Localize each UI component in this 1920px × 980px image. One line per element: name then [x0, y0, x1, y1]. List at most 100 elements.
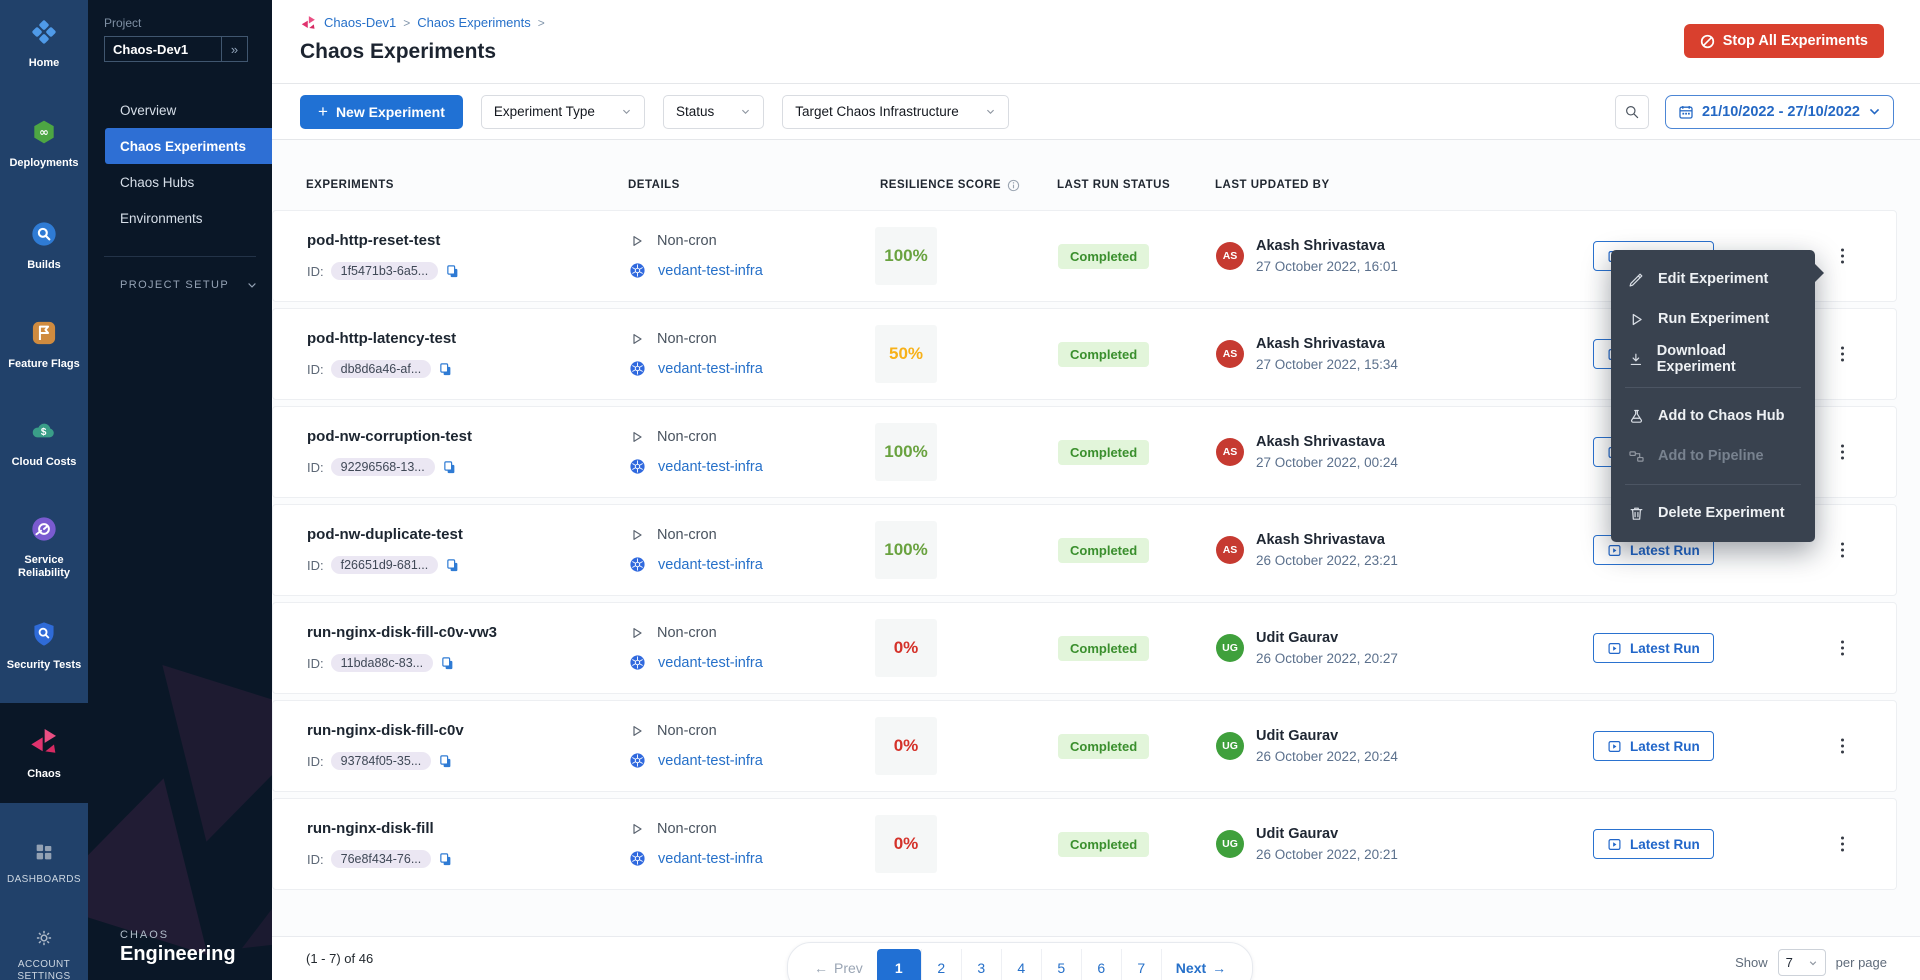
- page-number-button[interactable]: 5: [1041, 949, 1081, 980]
- row-context-menu: Edit Experiment Run Experiment: [1611, 250, 1815, 542]
- infra-link[interactable]: vedant-test-infra: [658, 851, 763, 867]
- search-icon: [1624, 104, 1640, 120]
- table-row[interactable]: run-nginx-disk-fill-c0v-vw3 ID: 11bda88c…: [272, 602, 1897, 694]
- subnav-item[interactable]: Overview: [88, 92, 272, 128]
- context-menu-item[interactable]: Delete Experiment: [1611, 493, 1815, 533]
- copy-icon[interactable]: [445, 264, 460, 279]
- subnav-item[interactable]: Chaos Hubs: [88, 164, 272, 200]
- project-input[interactable]: [104, 36, 222, 62]
- context-menu-item[interactable]: Download Experiment: [1611, 339, 1815, 379]
- resilience-score: 100%: [875, 227, 937, 285]
- subnav-item[interactable]: Environments: [88, 200, 272, 236]
- experiment-id: db8d6a46-af...: [331, 360, 432, 378]
- copy-icon[interactable]: [442, 460, 457, 475]
- row-menu-kebab-icon[interactable]: [1837, 637, 1848, 660]
- status-cell: Completed: [1058, 342, 1216, 367]
- filter-dropdown[interactable]: Target Chaos Infrastructure: [782, 95, 1009, 129]
- page-number-button[interactable]: 2: [921, 949, 961, 980]
- row-menu-kebab-icon[interactable]: [1837, 343, 1848, 366]
- subnav-item[interactable]: Chaos Experiments: [105, 128, 272, 164]
- page-size-select[interactable]: 7: [1778, 949, 1826, 976]
- sidebar-item-dashboards[interactable]: DASHBOARDS: [0, 829, 88, 898]
- page-number-button[interactable]: 7: [1121, 949, 1161, 980]
- search-button[interactable]: [1615, 95, 1649, 129]
- copy-icon[interactable]: [440, 656, 455, 671]
- avatar: UG: [1216, 634, 1244, 662]
- infra-link[interactable]: vedant-test-infra: [658, 263, 763, 279]
- module-label-big: Engineering: [120, 943, 236, 966]
- row-menu-kebab-icon[interactable]: [1837, 441, 1848, 464]
- info-icon[interactable]: [1007, 179, 1020, 192]
- score-cell: 0%: [881, 717, 1058, 775]
- new-experiment-button[interactable]: + New Experiment: [300, 95, 463, 129]
- page-number-button[interactable]: 3: [961, 949, 1001, 980]
- sidebar-item-security-tests[interactable]: Security Tests: [0, 608, 88, 684]
- next-page-button[interactable]: Next →: [1161, 949, 1240, 980]
- context-menu-item[interactable]: Add to Chaos Hub: [1611, 396, 1815, 436]
- status-cell: Completed: [1058, 832, 1216, 857]
- date-range-picker[interactable]: 21/10/2022 - 27/10/2022: [1665, 95, 1894, 129]
- sidebar-item-builds[interactable]: Builds: [0, 208, 88, 284]
- copy-icon[interactable]: [445, 558, 460, 573]
- breadcrumb-link-project[interactable]: Chaos-Dev1: [324, 15, 396, 30]
- table-row[interactable]: run-nginx-disk-fill ID: 76e8f434-76... N…: [272, 798, 1897, 890]
- row-menu-kebab-icon[interactable]: [1837, 539, 1848, 562]
- stop-all-experiments-button[interactable]: Stop All Experiments: [1684, 24, 1884, 58]
- row-menu-kebab-icon[interactable]: [1837, 245, 1848, 268]
- breadcrumb: Chaos-Dev1 > Chaos Experiments >: [300, 14, 1920, 31]
- score-cell: 100%: [881, 521, 1058, 579]
- latest-run-button[interactable]: Latest Run: [1593, 829, 1714, 859]
- sidebar-item-home[interactable]: Home: [0, 0, 88, 82]
- col-experiments: EXPERIMENTS: [306, 179, 628, 191]
- experiment-type: Non-cron: [657, 233, 717, 249]
- project-setup-toggle[interactable]: PROJECT SETUP: [88, 279, 272, 291]
- table-header: EXPERIMENTS DETAILS RESILIENCE SCORE LAS…: [272, 168, 1897, 202]
- experiment-cell: pod-nw-corruption-test ID: 92296568-13..…: [307, 428, 629, 476]
- filter-dropdown[interactable]: Experiment Type: [481, 95, 645, 129]
- experiment-cell: pod-http-latency-test ID: db8d6a46-af...: [307, 330, 629, 378]
- pager: ← Prev 1 2 3 4 5 6 7: [787, 942, 1253, 980]
- latest-run-button[interactable]: Latest Run: [1593, 633, 1714, 663]
- filter-dropdown[interactable]: Status: [663, 95, 764, 129]
- play-outline-icon: [629, 331, 645, 347]
- project-expand-button[interactable]: »: [222, 36, 248, 62]
- infra-link[interactable]: vedant-test-infra: [658, 557, 763, 573]
- page-number-button[interactable]: 4: [1001, 949, 1041, 980]
- sidebar-item-chaos[interactable]: Chaos: [0, 703, 88, 803]
- sidebar-item-service-reliability[interactable]: Service Reliability: [0, 503, 88, 592]
- row-menu-kebab-icon[interactable]: [1837, 735, 1848, 758]
- infra-link[interactable]: vedant-test-infra: [658, 459, 763, 475]
- kubernetes-icon: [629, 654, 646, 671]
- sidebar-item-account-settings[interactable]: ACCOUNT SETTINGS: [0, 916, 88, 980]
- infra-link[interactable]: vedant-test-infra: [658, 361, 763, 377]
- status-cell: Completed: [1058, 244, 1216, 269]
- breadcrumb-link-page[interactable]: Chaos Experiments: [417, 15, 530, 30]
- copy-icon[interactable]: [438, 362, 453, 377]
- page-number-button[interactable]: 1: [877, 949, 921, 980]
- infra-link[interactable]: vedant-test-infra: [658, 655, 763, 671]
- page-number-button[interactable]: 6: [1081, 949, 1121, 980]
- actions-cell: Latest Run: [1593, 799, 1896, 889]
- svg-text:∞: ∞: [39, 125, 49, 139]
- sidebar-item-feature-flags[interactable]: Feature Flags: [0, 307, 88, 383]
- trash-icon: [1628, 505, 1645, 522]
- table-row[interactable]: run-nginx-disk-fill-c0v ID: 93784f05-35.…: [272, 700, 1897, 792]
- avatar: AS: [1216, 242, 1244, 270]
- row-menu-kebab-icon[interactable]: [1837, 833, 1848, 856]
- sidebar-item-cloud-costs[interactable]: $ Cloud Costs: [0, 405, 88, 481]
- context-menu-item[interactable]: Edit Experiment: [1611, 259, 1815, 299]
- prev-page-button[interactable]: ← Prev: [800, 949, 877, 980]
- context-menu-item[interactable]: Run Experiment: [1611, 299, 1815, 339]
- infra-link[interactable]: vedant-test-infra: [658, 753, 763, 769]
- run-report-icon: [1607, 641, 1622, 656]
- sidebar-item-deployments[interactable]: ∞ Deployments: [0, 106, 88, 182]
- context-menu-item[interactable]: Add to Pipeline: [1611, 436, 1815, 476]
- updated-by-cell: AS Akash Shrivastava 27 October 2022, 00…: [1216, 434, 1593, 470]
- play-outline-icon: [629, 723, 645, 739]
- status-badge: Completed: [1058, 244, 1149, 269]
- copy-icon[interactable]: [438, 754, 453, 769]
- latest-run-button[interactable]: Latest Run: [1593, 731, 1714, 761]
- copy-icon[interactable]: [438, 852, 453, 867]
- col-last-run-status: LAST RUN STATUS: [1057, 179, 1215, 191]
- col-details: DETAILS: [628, 179, 880, 191]
